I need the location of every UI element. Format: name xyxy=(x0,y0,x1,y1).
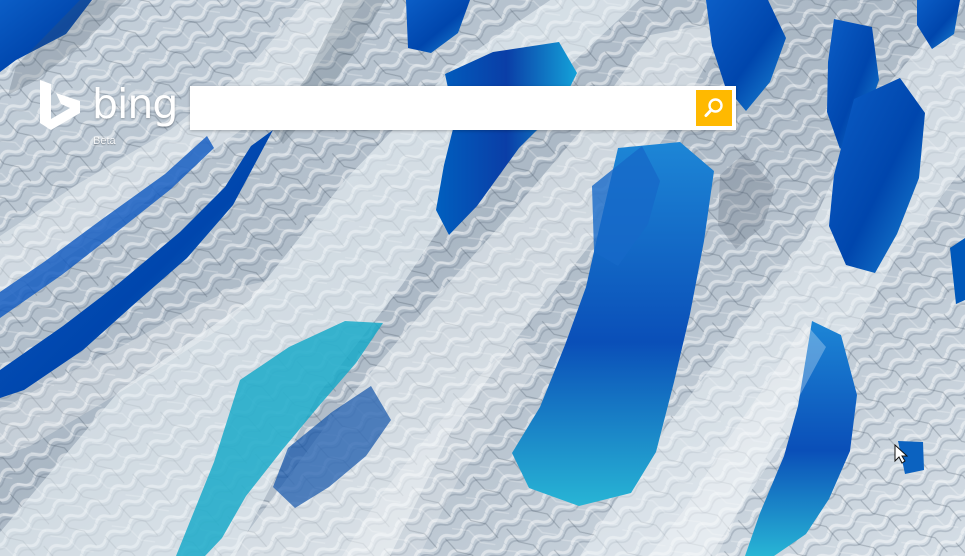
search-box xyxy=(190,86,736,130)
search-button[interactable] xyxy=(696,90,732,126)
bing-logo[interactable]: bing Beta xyxy=(38,80,178,150)
bing-logo-mark-icon xyxy=(40,80,80,130)
bing-home-page: bing Beta xyxy=(0,0,965,556)
mouse-pointer-icon xyxy=(894,444,908,464)
beta-label: Beta xyxy=(93,135,116,147)
bing-logo-wordmark: bing xyxy=(92,80,178,128)
search-icon xyxy=(704,98,723,117)
search-input[interactable] xyxy=(190,86,686,130)
